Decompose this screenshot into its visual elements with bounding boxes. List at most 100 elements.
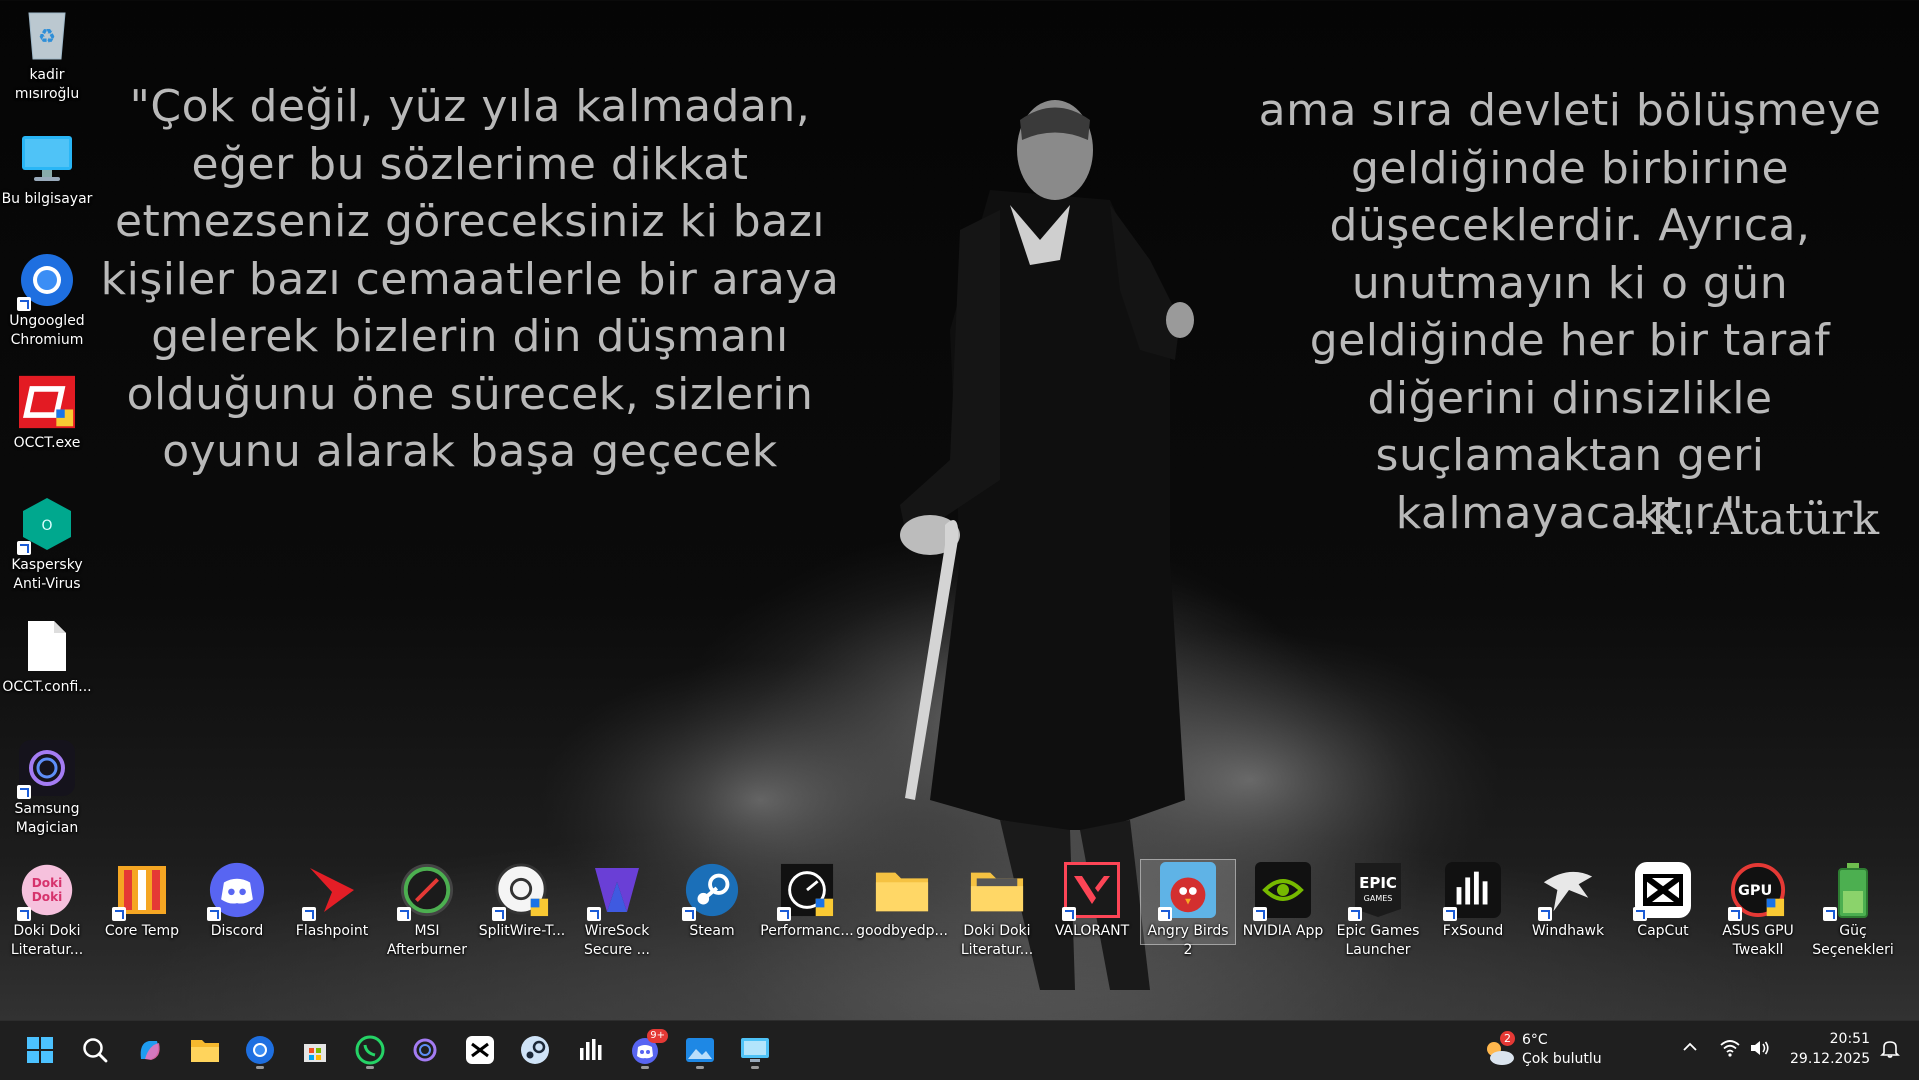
occt-icon — [19, 374, 75, 430]
taskbar-search[interactable] — [74, 1029, 116, 1071]
taskbar-samsung-magician[interactable] — [404, 1029, 446, 1071]
file-explorer-icon — [191, 1040, 219, 1062]
network-button[interactable] — [1720, 1039, 1742, 1059]
desktop-icon-samsung-magician[interactable]: Samsung Magician — [0, 740, 94, 838]
taskbar-file-explorer[interactable] — [184, 1029, 226, 1071]
recycle-bin-icon: ♻ — [19, 6, 75, 62]
svg-text:EPIC: EPIC — [1359, 874, 1397, 892]
desktop-icon-windhawk[interactable]: Windhawk — [1521, 862, 1615, 941]
desktop-icon-label: FxSound — [1442, 923, 1504, 939]
weather-temperature: 6°C — [1522, 1032, 1548, 1048]
desktop-icon-core-temp[interactable]: Core Temp — [95, 862, 189, 941]
taskbar-chromium[interactable] — [239, 1029, 281, 1071]
taskbar-capcut[interactable] — [459, 1029, 501, 1071]
desktop-icon-discord[interactable]: Discord — [190, 862, 284, 941]
desktop-icon-label: NVIDIA App — [1242, 923, 1324, 939]
taskbar-start[interactable] — [19, 1029, 61, 1071]
discord-notification-badge: 9+ — [647, 1029, 668, 1043]
shortcut-arrow-icon — [587, 907, 601, 921]
fxsound-icon — [580, 1039, 602, 1060]
desktop-icon-doki-doki-folder[interactable]: Doki Doki Literatur... — [950, 862, 1044, 960]
desktop-icon-steam[interactable]: Steam — [665, 862, 759, 941]
desktop-icon-ungoogled-chromium[interactable]: Ungoogled Chromium — [0, 252, 94, 350]
running-indicator — [751, 1066, 759, 1069]
weather-description: Çok bulutlu — [1522, 1051, 1602, 1067]
desktop-icon-label: OCCT.confi... — [2, 679, 92, 695]
desktop-icon-asus-gpu-tweak[interactable]: GPU ASUS GPU Tweakll — [1711, 862, 1805, 960]
file-icon — [19, 618, 75, 674]
desktop-icon-goodbyedpi[interactable]: goodbyedp... — [855, 862, 949, 941]
taskbar-weather-widget[interactable]: 2 6°C Çok bulutlu — [1480, 1029, 1640, 1071]
wiresock-icon — [587, 862, 645, 921]
taskbar-remote-desktop[interactable] — [734, 1029, 776, 1071]
shortcut-arrow-icon — [1158, 907, 1172, 921]
notification-center-button[interactable] — [1880, 1039, 1902, 1061]
valorant-icon — [1062, 862, 1120, 921]
wifi-icon — [1720, 1040, 1740, 1057]
asus-gpu-tweak-icon: GPU — [1728, 862, 1786, 921]
desktop-icon-nvidia-app[interactable]: NVIDIA App — [1236, 862, 1330, 941]
shortcut-arrow-icon — [1823, 907, 1837, 921]
shortcut-arrow-icon — [682, 907, 696, 921]
monitor-icon — [19, 130, 75, 186]
taskbar-whatsapp[interactable] — [349, 1029, 391, 1071]
shortcut-arrow-icon — [302, 907, 316, 921]
taskbar-discord[interactable]: 9+ — [624, 1029, 668, 1071]
shortcut-arrow-icon — [207, 907, 221, 921]
desktop-icon-label: Flashpoint — [295, 923, 369, 939]
desktop-icon-flashpoint[interactable]: Flashpoint — [285, 862, 379, 941]
performance-icon — [777, 862, 835, 921]
desktop-icon-label: Epic Games Launcher — [1336, 923, 1420, 958]
epic-games-icon: EPIC GAMES — [1348, 862, 1406, 921]
desktop-icon-angry-birds-2[interactable]: Angry Birds 2 — [1140, 859, 1236, 958]
desktop-icon-label: ASUS GPU Tweakll — [1722, 923, 1794, 958]
discord-icon — [207, 862, 265, 921]
speaker-icon — [1751, 1041, 1769, 1055]
taskbar-photos[interactable] — [679, 1029, 721, 1071]
clock-button[interactable]: 20:51 29.12.2025 — [1790, 1029, 1870, 1071]
desktop-icon-recycle-bin[interactable]: ♻ kadir mısıroğlu — [0, 6, 94, 104]
taskbar-copilot[interactable] — [129, 1029, 171, 1071]
angry-birds-icon — [1158, 862, 1216, 921]
svg-text:Doki: Doki — [32, 890, 63, 904]
desktop-icon-this-pc[interactable]: Bu bilgisayar — [0, 130, 94, 209]
desktop-icon-capcut[interactable]: CapCut — [1616, 862, 1710, 941]
desktop-icon-doki-doki[interactable]: Doki Doki Doki Doki Literatur... — [0, 862, 94, 960]
shortcut-arrow-icon — [17, 297, 31, 311]
taskbar-store[interactable] — [294, 1029, 336, 1071]
desktop-icon-occt[interactable]: OCCT.exe — [0, 374, 94, 453]
desktop-icon-kaspersky[interactable]: O Kaspersky Anti-Virus — [0, 496, 94, 594]
running-indicator — [641, 1066, 649, 1069]
desktop-icon-label: Ungoogled Chromium — [9, 313, 85, 348]
desktop-icon-label: Samsung Magician — [14, 801, 80, 836]
desktop-icon-performance[interactable]: Performanc... — [760, 862, 854, 941]
desktop-icon-label: goodbyedp... — [856, 923, 948, 939]
samsung-magician-icon — [413, 1038, 437, 1062]
show-hidden-icons-button[interactable] — [1682, 1039, 1702, 1059]
shortcut-arrow-icon — [1728, 907, 1742, 921]
folder-images-icon — [969, 862, 1025, 918]
volume-button[interactable] — [1750, 1039, 1772, 1059]
fxsound-icon — [1443, 862, 1501, 921]
store-icon — [304, 1044, 326, 1062]
flashpoint-icon — [302, 862, 360, 921]
desktop-icon-label: Performanc... — [760, 923, 854, 939]
taskbar-steam[interactable] — [514, 1029, 556, 1071]
desktop-icon-power-options[interactable]: Güç Seçenekleri — [1806, 862, 1900, 960]
desktop-icon-epic-games[interactable]: EPIC GAMES Epic Games Launcher — [1331, 862, 1425, 960]
desktop-icon-wiresock[interactable]: WireSock Secure ... — [570, 862, 664, 960]
desktop-icon-fxsound[interactable]: FxSound — [1426, 862, 1520, 941]
desktop-icon-splitwire[interactable]: SplitWire-T... — [475, 862, 569, 941]
desktop-icon-valorant[interactable]: VALORANT — [1045, 862, 1139, 941]
desktop-icon-label: Discord — [210, 923, 264, 939]
shortcut-arrow-icon — [1633, 907, 1647, 921]
whatsapp-icon — [355, 1035, 385, 1065]
desktop-icon-msi-afterburner[interactable]: MSI Afterburner — [380, 862, 474, 960]
photos-icon — [686, 1038, 714, 1062]
weather-alert-badge: 2 — [1500, 1031, 1515, 1046]
taskbar-fxsound[interactable] — [569, 1029, 611, 1071]
shortcut-arrow-icon — [17, 907, 31, 921]
desktop-icon-occt-config[interactable]: OCCT.confi... — [0, 618, 94, 697]
windhawk-icon — [1538, 862, 1596, 921]
desktop-icon-label: Steam — [689, 923, 735, 939]
